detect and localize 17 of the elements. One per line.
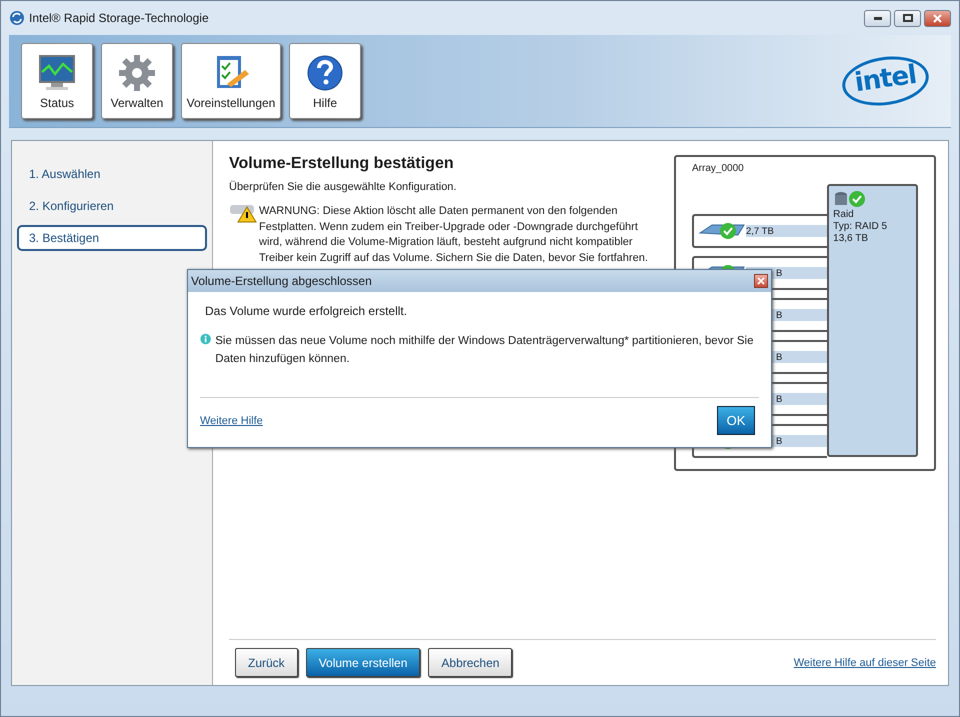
volume-type: Typ: RAID 5	[833, 221, 888, 232]
volume-name: Raid	[833, 209, 855, 220]
warning-text: WARNUNG: Diese Aktion löscht alle Daten permanent von den folgenden Festplatten. Wenn zudem ein Treiber-Upgrade oder -Downgrade durchgeführt wird, während die Volume-Migration läuft, besteht aufgrund nicht kompatibler Treiber kein Zugriff auf das Volume. Sichern Sie die Daten, bevor Sie fortfahren.	[259, 204, 649, 266]
window-title: Intel® Rapid Storage-Technologie	[29, 11, 209, 25]
page-subtitle: Überprüfen Sie die ausgewählte Konfiguration.	[229, 181, 458, 193]
volume-size: 13,6 TB	[833, 233, 869, 244]
disk-capacity: B	[775, 436, 782, 446]
disk-capacity: B	[775, 268, 782, 278]
array-name: Array_0000	[692, 163, 744, 174]
dialog-message: Das Volume wurde erfolgreich erstellt.	[205, 304, 408, 318]
page-title: Volume-Erstellung bestätigen	[229, 155, 455, 173]
dialog-title: Volume-Erstellung abgeschlossen	[191, 274, 372, 288]
disk-capacity: B	[775, 352, 782, 362]
disk-capacity: B	[775, 310, 782, 320]
disk-capacity: B	[775, 394, 782, 404]
disk-capacity: 2,7 TB	[746, 226, 774, 236]
dialog-info: Sie müssen das neue Volume noch mithilfe der Windows Datenträgerverwaltung* partitionieren, bevor Sie Daten hinzufügen können.	[215, 334, 754, 367]
